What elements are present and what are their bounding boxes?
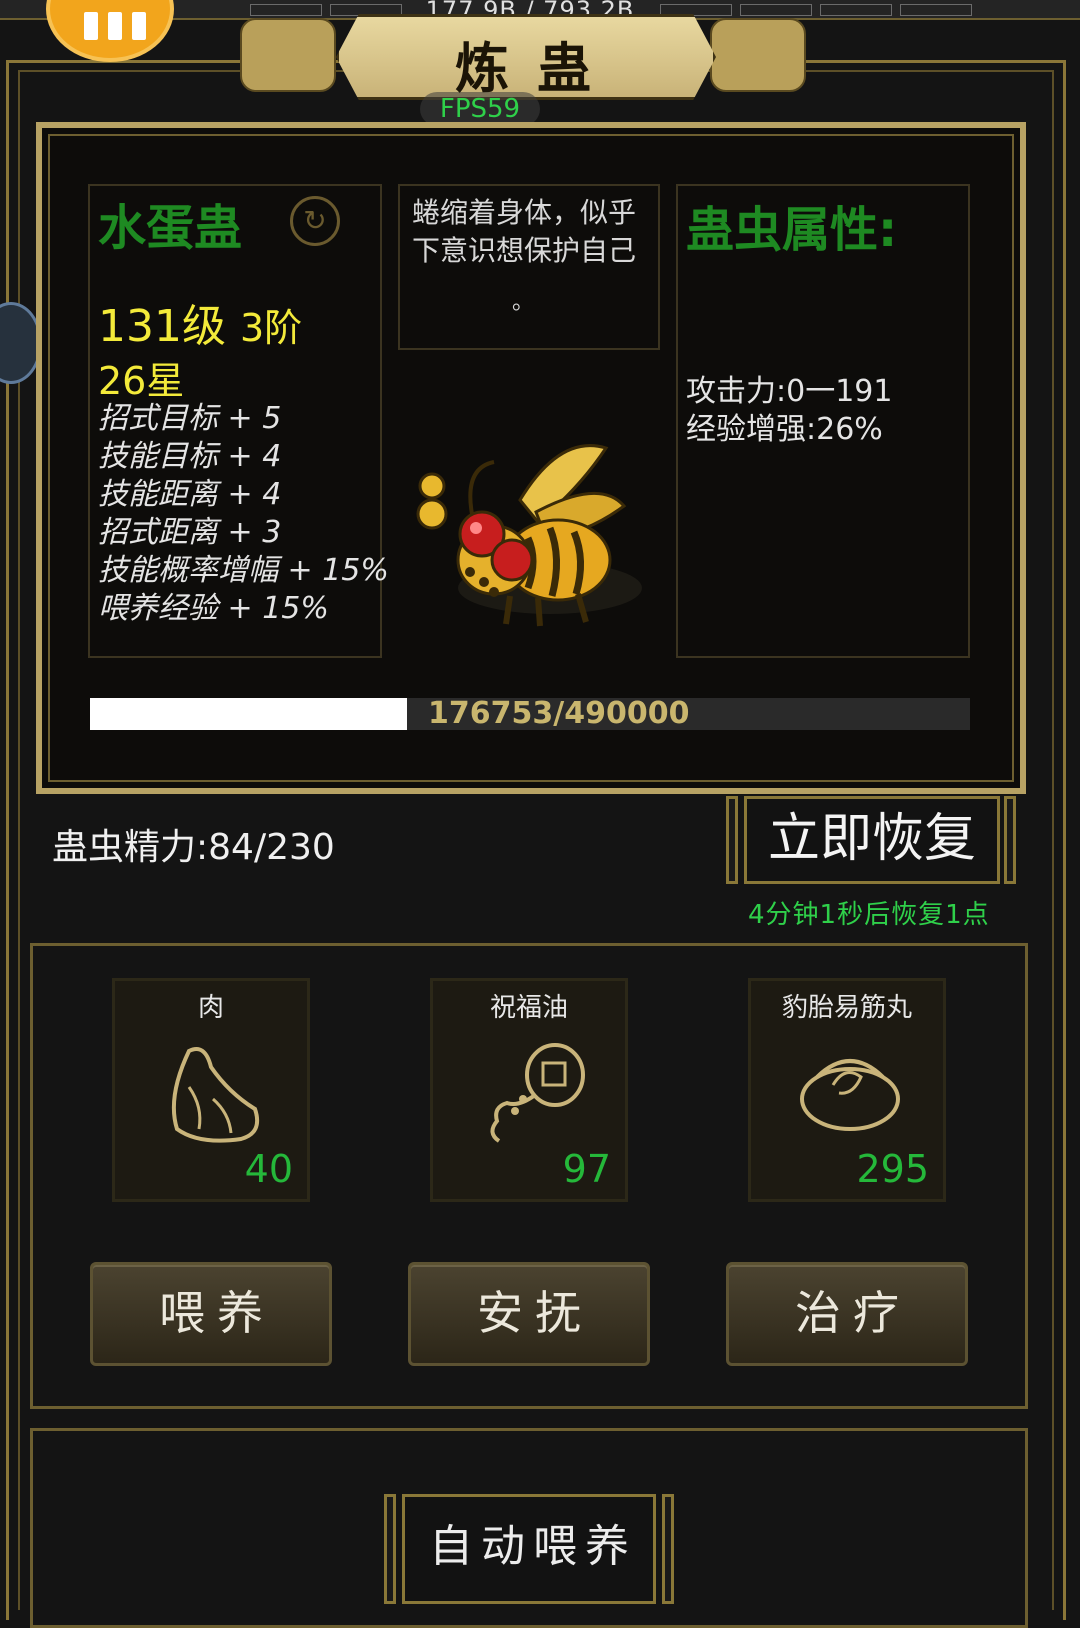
bee-gu-illustration [416, 444, 642, 627]
gu-level: 131级 3阶 [98, 290, 302, 354]
attributes-title: 蛊虫属性: [686, 202, 898, 258]
heal-button[interactable]: 治疗 [726, 1262, 968, 1366]
pause-icon [84, 12, 98, 40]
gu-description-end: 。 [512, 290, 535, 315]
bonus-item: 技能目标 + 4 [98, 439, 282, 474]
item-count: 97 [562, 1147, 611, 1191]
item-name: 肉 [197, 993, 224, 1023]
gourd-icon [490, 1043, 585, 1143]
swap-icon[interactable]: ↻ [290, 196, 340, 246]
rank-value: 3阶 [239, 306, 303, 350]
title-plaque: 炼蛊 [236, 12, 810, 100]
restore-now-button[interactable]: 立即恢复 [744, 796, 1000, 884]
meat-icon [171, 1047, 260, 1143]
gu-name: 水蛋蛊 [98, 200, 243, 256]
item-slot-meat[interactable]: 肉 40 [112, 978, 310, 1202]
pause-button[interactable] [46, 0, 174, 62]
top-bar-segment [900, 4, 972, 16]
level-value: 131级 [98, 301, 226, 352]
item-slot-blessing-oil[interactable]: 祝福油 97 [430, 978, 628, 1202]
bonus-item: 技能概率增幅 + 15% [98, 553, 389, 588]
energy-label: 蛊虫精力:84/230 [52, 827, 335, 868]
feed-button[interactable]: 喂养 [90, 1262, 332, 1366]
bonus-item: 技能距离 + 4 [98, 477, 282, 512]
bonus-list: 招式目标 + 5 技能目标 + 4 技能距离 + 4 招式距离 + 3 技能概率… [98, 400, 389, 628]
item-slot-leopard-pill[interactable]: 豹胎易筋丸 295 [748, 978, 946, 1202]
bonus-item: 招式目标 + 5 [98, 401, 282, 436]
restore-timer-note: 4分钟1秒后恢复1点 [748, 900, 990, 930]
gu-stars: 26星 [98, 359, 185, 403]
bonus-item: 招式距离 + 3 [98, 515, 282, 550]
item-count: 295 [856, 1147, 929, 1191]
auto-feed-cap-left [384, 1494, 396, 1604]
auto-feed-button[interactable]: 自动喂养 [402, 1494, 656, 1604]
restore-button-cap-right [1004, 796, 1016, 884]
item-name: 祝福油 [489, 993, 568, 1023]
exp-progress-fill [90, 698, 407, 730]
gu-description: 蜷缩着身体，似乎下意识想保护自己 [412, 196, 637, 267]
auto-feed-cap-right [662, 1494, 674, 1604]
fps-counter: FPS59 [420, 92, 540, 126]
bonus-item: 喂养经验 + 15% [98, 591, 329, 626]
exp-progress-text: 176753/490000 [428, 696, 690, 731]
pill-bowl-icon [800, 1059, 900, 1131]
soothe-button[interactable]: 安抚 [408, 1262, 650, 1366]
item-name: 豹胎易筋丸 [781, 993, 912, 1023]
pause-icon-bar [108, 12, 122, 40]
attribute-exp-boost: 经验增强:26% [686, 412, 883, 447]
item-count: 40 [244, 1147, 293, 1191]
pause-icon-bar [132, 12, 146, 40]
top-bar-segment [820, 4, 892, 16]
restore-button-cap-left [726, 796, 738, 884]
